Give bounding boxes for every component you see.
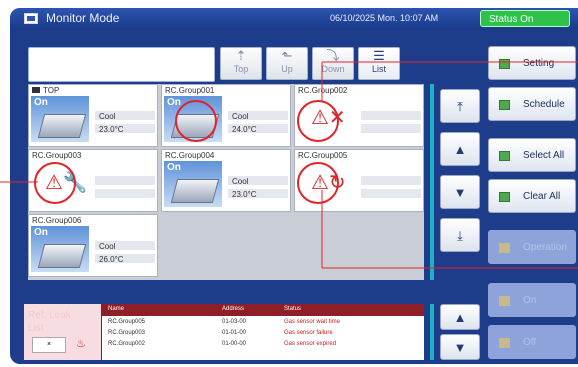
mode-label: Cool [232,112,249,121]
arrow-down-right-icon: ⤵ [326,48,340,63]
group-tile-004[interactable]: RC.Group004 On Cool 23.0°C [161,149,291,212]
list-button[interactable]: ☰ List [358,47,400,80]
temperature-label: 24.0°C [232,125,257,134]
arrow-up-left-icon: ⬑ [281,48,293,63]
operation-icon [499,243,510,253]
monitor-icon [24,13,38,24]
on-icon [499,296,510,306]
temperature-label: 23.0°C [232,190,257,199]
grid-scrollbar[interactable] [430,84,434,280]
scroll-down-button[interactable]: ▼ [440,175,480,209]
operation-button[interactable]: Operation [488,230,576,264]
off-button[interactable]: Off [488,325,576,359]
title-bar: Monitor Mode 06/10/2025 Mon. 10:07 AM St… [10,8,578,30]
unit-status-panel: On [164,161,222,207]
status-badge: Status On [480,10,570,27]
unit-status-panel: On [31,96,89,142]
off-icon [499,338,510,348]
datetime: 06/10/2025 Mon. 10:07 AM [330,13,439,23]
leak-scroll-up-button[interactable]: ▲ [440,304,480,330]
wall-unit-icon [37,244,87,268]
highlight-circle-003 [34,162,76,204]
group-grid: TOP On Cool 23.0°C RC.Group001 On Cool 2… [28,84,424,280]
on-button[interactable]: On [488,283,576,317]
indoor-unit-icon [37,114,87,138]
clear-all-icon [499,192,510,202]
gas-leak-icon: ♨ [76,338,86,350]
up-button[interactable]: ⬑ Up [266,47,308,80]
folder-icon [32,87,40,93]
scroll-bottom-button[interactable]: ⤓ [440,218,480,252]
temperature-label: 23.0°C [99,125,124,134]
mode-label: Cool [99,242,116,251]
select-all-button[interactable]: Select All [488,138,576,172]
page-title: Monitor Mode [46,11,120,25]
list-icon: ☰ [373,48,385,63]
ceiling-unit-icon [170,179,220,203]
top-button[interactable]: ⇡ Top [220,47,262,80]
ref-leak-table: Name Address Status RC.Group005 01-03-00… [102,304,424,360]
clear-all-button[interactable]: Clear All [488,179,576,213]
mode-label: Cool [99,112,116,121]
selection-display [28,47,215,82]
leak-close-button[interactable]: × [32,337,66,353]
table-row[interactable]: RC.Group003 01-01-00 Gas sensor failure [102,328,424,338]
icon-legend [28,283,424,299]
scroll-top-button[interactable]: ⤒ [440,89,480,123]
mode-label: Cool [232,177,249,186]
arrow-up-icon: ⇡ [235,48,247,63]
schedule-button[interactable]: Schedule [488,87,576,121]
select-all-icon [499,151,510,161]
group-tile-top[interactable]: TOP On Cool 23.0°C [28,84,158,147]
leak-scroll-down-button[interactable]: ▼ [440,334,480,360]
setting-icon [499,59,510,69]
ref-leak-title: Ref. Leak List [28,310,71,334]
highlight-circle-002 [297,100,339,142]
setting-button[interactable]: Setting [488,46,576,80]
table-header: Name Address Status [102,304,424,316]
highlight-circle-001 [175,100,217,142]
schedule-icon [499,100,510,110]
down-button[interactable]: ⤵ Down [312,47,354,80]
monitor-screen: Monitor Mode 06/10/2025 Mon. 10:07 AM St… [10,8,578,364]
leak-scrollbar[interactable] [430,304,434,360]
unit-status-panel: On [31,226,89,272]
group-tile-006[interactable]: RC.Group006 On Cool 26.0°C [28,214,158,277]
table-row[interactable]: RC.Group002 01-00-00 Gas sensor expired [102,339,424,349]
table-row[interactable]: RC.Group005 01-03-00 Gas sensor wait tim… [102,317,424,327]
temperature-label: 26.0°C [99,255,124,264]
highlight-circle-005 [297,162,339,204]
scroll-up-button[interactable]: ▲ [440,132,480,166]
